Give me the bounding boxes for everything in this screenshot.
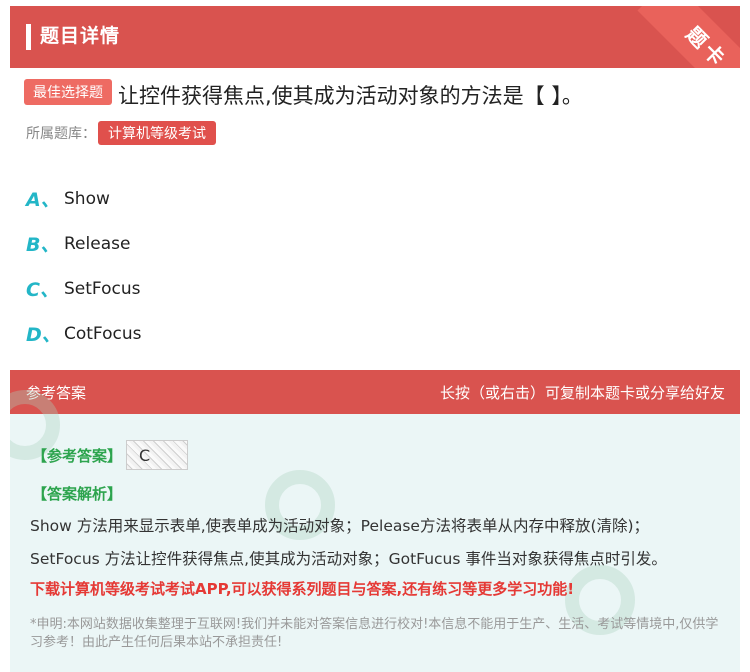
answer-header-title: 参考答案 [26, 383, 87, 402]
page-title: 题目详情 [40, 25, 121, 47]
option-a[interactable]: A、 Show [26, 176, 142, 221]
question-text: 让控件获得焦点,使其成为活动对象的方法是【 】。 [118, 84, 583, 108]
option-d[interactable]: D、 CotFocus [26, 311, 142, 356]
analysis-text: Show 方法用来显示表单,使表单成为活动对象；Pelease方法将表单从内存中… [30, 517, 667, 568]
option-letter: B、 [26, 234, 60, 256]
option-b[interactable]: B、 Release [26, 221, 142, 266]
option-text: Show [64, 188, 110, 209]
options-list: A、 Show B、 Release C、 SetFocus D、 CotFoc… [26, 176, 142, 356]
bank-label: 所属题库： [26, 126, 96, 142]
header-accent-bar [26, 24, 31, 50]
reference-answer-image: C [126, 440, 189, 470]
corner-label[interactable]: 题卡 [637, 6, 740, 68]
bank-tag[interactable]: 计算机等级考试 [98, 121, 216, 145]
option-text: Release [64, 233, 131, 254]
question-bank-row: 所属题库： 计算机等级考试 [26, 121, 216, 145]
reference-answer-row: 【参考答案】 C [32, 440, 189, 470]
option-letter: A、 [26, 189, 60, 211]
option-letter: D、 [26, 324, 61, 346]
option-letter: C、 [26, 279, 59, 301]
answer-header: 参考答案 长按（或右击）可复制本题卡或分享给好友 [10, 370, 740, 414]
question-stem: 最佳选择题 让控件获得焦点,使其成为活动对象的方法是【 】。 [24, 79, 729, 110]
share-hint: 长按（或右击）可复制本题卡或分享给好友 [439, 383, 725, 402]
option-text: CotFocus [64, 323, 142, 344]
disclaimer-text: *申明:本网站数据收集整理于互联网!我们并未能对答案信息进行校对!本信息不能用于… [30, 617, 719, 650]
app-download-link[interactable]: 下载计算机等级考试考试APP,可以获得系列题目与答案,还有练习等更多学习功能! [30, 578, 574, 599]
question-card-corner[interactable]: 题卡 [630, 6, 740, 68]
reference-answer-label: 【参考答案】 [32, 446, 123, 465]
page-header: 题目详情 题卡 [10, 6, 740, 68]
option-c[interactable]: C、 SetFocus [26, 266, 142, 311]
analysis-label: 【答案解析】 [32, 485, 123, 503]
reference-answer-value: C [139, 445, 151, 465]
option-text: SetFocus [64, 278, 141, 299]
question-type-badge: 最佳选择题 [24, 79, 112, 105]
answer-card[interactable]: 参考答案 长按（或右击）可复制本题卡或分享给好友 【参考答案】 C 【答案解析】… [10, 370, 740, 672]
